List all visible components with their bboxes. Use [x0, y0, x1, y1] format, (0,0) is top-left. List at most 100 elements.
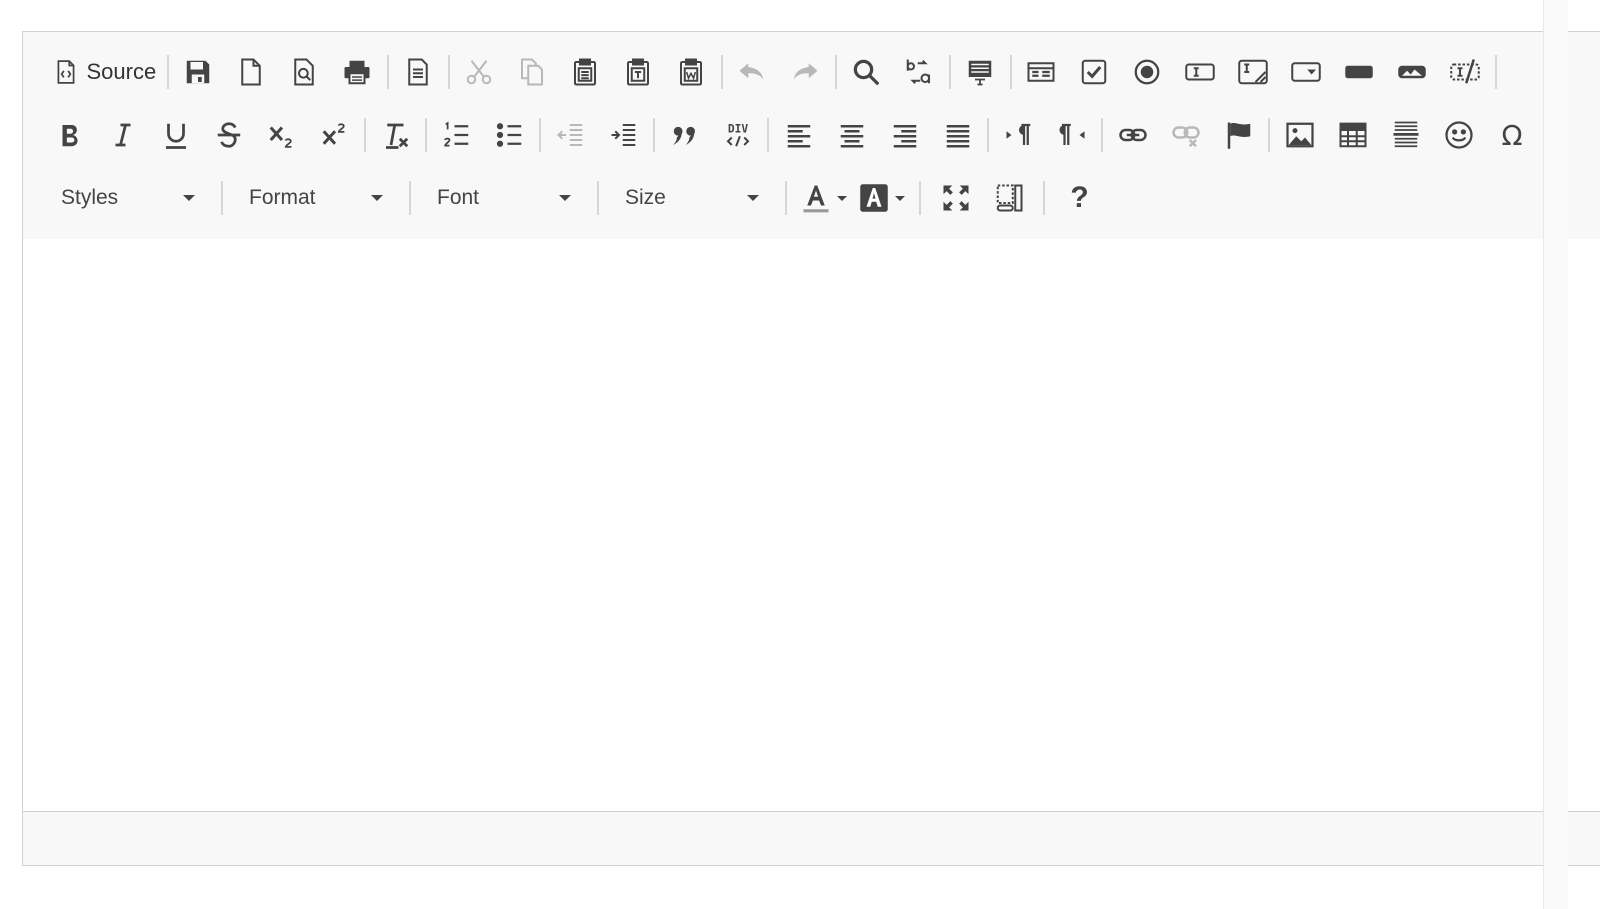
anchor-button[interactable] [1216, 112, 1262, 158]
decrease-indent-button[interactable] [548, 112, 594, 158]
undo-button[interactable] [729, 49, 775, 95]
image-button[interactable] [1277, 112, 1323, 158]
blockquote-button[interactable] [662, 112, 708, 158]
hidden-field-button[interactable] [1442, 49, 1488, 95]
copy-button[interactable] [509, 49, 555, 95]
increase-indent-button[interactable] [601, 112, 647, 158]
editing-area[interactable] [23, 239, 1600, 813]
font-dropdown-label: Font [437, 186, 480, 209]
flag-icon [1227, 122, 1250, 149]
templates-button[interactable] [395, 49, 441, 95]
maximize-button[interactable] [933, 175, 979, 221]
horizontal-rule-icon [1393, 121, 1418, 148]
toolbar-separator [386, 55, 389, 89]
svg-text:Ω: Ω [1501, 120, 1522, 150]
radio-button[interactable] [1124, 49, 1170, 95]
paste-word-button[interactable] [668, 49, 714, 95]
checkbox-icon [1081, 59, 1107, 85]
replace-button[interactable] [896, 49, 942, 95]
show-blocks-button[interactable] [986, 175, 1032, 221]
bulleted-list-icon [496, 123, 521, 147]
link-button[interactable] [1110, 112, 1156, 158]
align-center-button[interactable] [829, 112, 875, 158]
italic-button[interactable] [100, 112, 146, 158]
justify-button[interactable] [935, 112, 981, 158]
align-left-icon [787, 125, 810, 148]
unlink-icon [1171, 126, 1200, 148]
paste-button[interactable] [562, 49, 608, 95]
bold-button[interactable] [47, 112, 93, 158]
toolbar-separator [785, 181, 787, 215]
special-char-button[interactable]: Ω [1489, 112, 1535, 158]
preview-button[interactable] [281, 49, 327, 95]
radio-icon [1134, 59, 1160, 85]
size-dropdown[interactable]: Size [607, 178, 777, 218]
background-color-button[interactable] [856, 175, 908, 221]
horizontal-line-button[interactable] [1383, 112, 1429, 158]
toolbar-separator [221, 181, 223, 215]
superscript-button[interactable] [312, 112, 358, 158]
paste-icon [574, 58, 597, 86]
toolbar-separator [1043, 181, 1045, 215]
toolbar-separator [948, 55, 951, 89]
cut-button[interactable] [456, 49, 502, 95]
table-icon [1339, 122, 1366, 148]
numbered-list-button[interactable] [434, 112, 480, 158]
align-left-button[interactable] [776, 112, 822, 158]
form-button[interactable] [1018, 49, 1064, 95]
link-icon [1118, 128, 1147, 142]
new-page-button[interactable] [228, 49, 274, 95]
create-div-button[interactable]: DIV [715, 112, 761, 158]
save-button[interactable] [175, 49, 221, 95]
select-all-icon [968, 60, 992, 86]
toolbar-separator [447, 55, 450, 89]
checkbox-button[interactable] [1071, 49, 1117, 95]
source-label: Source [86, 59, 157, 84]
help-button[interactable]: ? [1057, 175, 1103, 221]
styles-dropdown[interactable]: Styles [43, 178, 213, 218]
smiley-button[interactable] [1436, 112, 1482, 158]
select-field-button[interactable] [1283, 49, 1329, 95]
table-button[interactable] [1330, 112, 1376, 158]
replace-icon [906, 59, 931, 84]
underline-button[interactable] [153, 112, 199, 158]
toolbar-row-document: Source [43, 48, 1500, 96]
toolbar-row-formatting: DIV Ω [43, 111, 1538, 159]
redo-button[interactable] [782, 49, 828, 95]
bulleted-list-button[interactable] [487, 112, 533, 158]
form-icon [1027, 62, 1055, 82]
ltr-paragraph-icon [1006, 123, 1030, 145]
button-field-button[interactable] [1336, 49, 1382, 95]
rtl-paragraph-icon [1059, 123, 1084, 145]
paste-text-button[interactable] [615, 49, 661, 95]
textarea-button[interactable] [1230, 49, 1276, 95]
chevron-down-icon [371, 195, 383, 201]
copy-icon [521, 58, 544, 86]
format-dropdown[interactable]: Format [231, 178, 401, 218]
image-button-field-button[interactable] [1389, 49, 1435, 95]
text-direction-rtl-button[interactable] [1049, 112, 1095, 158]
remove-format-button[interactable] [373, 112, 419, 158]
toolbar-separator [539, 118, 541, 152]
print-button[interactable] [334, 49, 380, 95]
source-button[interactable]: Source [47, 49, 161, 95]
text-color-button[interactable] [798, 175, 850, 221]
chevron-down-icon [837, 195, 847, 201]
smiley-icon [1444, 121, 1473, 149]
toolbar-separator [425, 118, 427, 152]
find-button[interactable] [843, 49, 889, 95]
justify-icon [946, 125, 969, 148]
select-all-button[interactable] [957, 49, 1003, 95]
preview-icon [294, 58, 314, 86]
strikethrough-button[interactable] [206, 112, 252, 158]
text-field-button[interactable] [1177, 49, 1223, 95]
align-right-button[interactable] [882, 112, 928, 158]
font-dropdown[interactable]: Font [419, 178, 589, 218]
page-scrollbar[interactable] [1543, 0, 1568, 909]
text-direction-ltr-button[interactable] [996, 112, 1042, 158]
templates-icon [408, 58, 428, 86]
subscript-button[interactable] [259, 112, 305, 158]
unlink-button[interactable] [1163, 112, 1209, 158]
toolbar-separator [767, 118, 769, 152]
text-field-icon [1185, 63, 1215, 81]
